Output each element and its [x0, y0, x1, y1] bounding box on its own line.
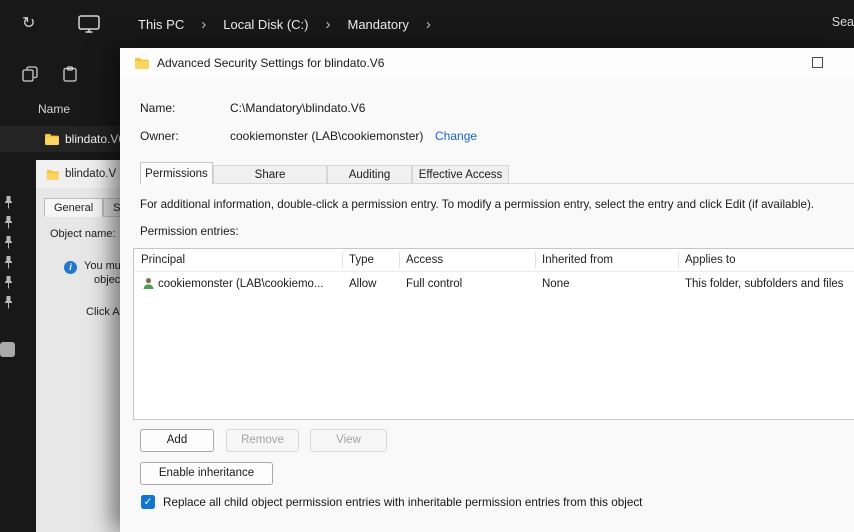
properties-dialog: blindato.V General Sha Object name: i Yo…: [36, 160, 120, 532]
folder-icon: [46, 169, 59, 180]
folder-icon: [45, 133, 59, 145]
dialog-tabs: Permissions Share Auditing Effective Acc…: [140, 162, 854, 184]
pin-icon[interactable]: [4, 236, 13, 254]
pin-icon[interactable]: [4, 216, 13, 234]
enable-inheritance-button[interactable]: Enable inheritance: [140, 462, 273, 485]
info-text-line: Click Ad: [86, 306, 120, 318]
column-divider: [399, 252, 400, 268]
permissions-description: For additional information, double-click…: [140, 198, 815, 211]
tab-share[interactable]: Share: [213, 165, 327, 184]
chevron-right-icon[interactable]: ›: [426, 16, 431, 33]
column-divider: [342, 252, 343, 268]
name-label: Name:: [140, 101, 176, 115]
table-row[interactable]: cookiemonster (LAB\cookiemo... Allow Ful…: [134, 272, 854, 296]
tab-auditing[interactable]: Auditing: [327, 165, 412, 184]
name-value: C:\Mandatory\blindato.V6: [230, 101, 366, 115]
info-text-line: You mus: [84, 260, 120, 272]
chevron-right-icon[interactable]: ›: [325, 16, 330, 33]
view-button[interactable]: View: [310, 429, 387, 452]
cell-applies-to: This folder, subfolders and files: [685, 278, 844, 290]
properties-dialog-titlebar[interactable]: blindato.V: [36, 160, 120, 188]
add-button[interactable]: Add: [140, 429, 214, 452]
cell-access: Full control: [406, 278, 463, 290]
tab-permissions[interactable]: Permissions: [140, 162, 213, 184]
replace-permissions-label[interactable]: Replace all child object permission entr…: [163, 496, 642, 509]
breadcrumb-this-pc[interactable]: This PC: [138, 17, 184, 32]
folder-icon: [135, 57, 149, 69]
permission-entries-table: Principal Type Access Inherited from App…: [133, 248, 854, 420]
name-column-header[interactable]: Name: [38, 102, 70, 116]
tab-sharing[interactable]: Sha: [103, 198, 120, 217]
breadcrumb-mandatory[interactable]: Mandatory: [347, 17, 408, 32]
cell-type: Allow: [349, 278, 377, 290]
breadcrumb-local-disk[interactable]: Local Disk (C:): [223, 17, 308, 32]
chevron-right-icon[interactable]: ›: [201, 16, 206, 33]
list-item-blindato[interactable]: blindato.V6: [0, 126, 125, 152]
info-text-line: object.: [94, 274, 120, 286]
maximize-button[interactable]: [812, 57, 823, 68]
dialog-title: Advanced Security Settings for blindato.…: [157, 56, 385, 70]
pin-icon[interactable]: [4, 276, 13, 294]
owner-value: cookiemonster (LAB\cookiemonster): [230, 129, 424, 143]
remove-button[interactable]: Remove: [226, 429, 299, 452]
permission-entries-label: Permission entries:: [140, 225, 239, 238]
column-header-applies-to[interactable]: Applies to: [685, 249, 736, 271]
advanced-security-dialog: Advanced Security Settings for blindato.…: [120, 48, 854, 532]
copy-icon[interactable]: [22, 66, 38, 87]
breadcrumb: This PC › Local Disk (C:) › Mandatory ›: [138, 0, 431, 48]
user-icon: [142, 277, 155, 295]
this-pc-icon: [78, 15, 100, 38]
column-divider: [535, 252, 536, 268]
owner-label: Owner:: [140, 129, 179, 143]
properties-dialog-title: blindato.V: [65, 168, 117, 180]
scroll-indicator[interactable]: [0, 342, 15, 357]
list-item-label: blindato.V6: [65, 132, 126, 146]
column-header-inherited-from[interactable]: Inherited from: [542, 249, 613, 271]
change-owner-link[interactable]: Change: [435, 129, 477, 143]
cell-principal: cookiemonster (LAB\cookiemo...: [158, 278, 324, 290]
properties-tabs: General Sha: [44, 198, 120, 217]
pin-icon[interactable]: [4, 296, 13, 314]
column-header-type[interactable]: Type: [349, 249, 374, 271]
cell-inherited-from: None: [542, 278, 570, 290]
dialog-titlebar[interactable]: Advanced Security Settings for blindato.…: [120, 48, 854, 78]
replace-permissions-checkbox[interactable]: ✓: [141, 495, 155, 509]
search-input[interactable]: Sea: [832, 15, 854, 29]
column-divider: [678, 252, 679, 268]
column-header-principal[interactable]: Principal: [141, 249, 185, 271]
address-bar: ↻ This PC › Local Disk (C:) › Mandatory …: [0, 0, 854, 48]
pin-icon[interactable]: [4, 256, 13, 274]
replace-permissions-row: ✓ Replace all child object permission en…: [141, 495, 642, 509]
tab-general[interactable]: General: [44, 198, 104, 217]
info-icon: i: [64, 261, 77, 274]
object-name-label: Object name:: [50, 228, 116, 240]
paste-icon[interactable]: [62, 66, 78, 87]
explorer-window: ↻ This PC › Local Disk (C:) › Mandatory …: [0, 0, 854, 532]
tab-effective-access[interactable]: Effective Access: [412, 165, 509, 184]
column-header-access[interactable]: Access: [406, 249, 443, 271]
refresh-icon[interactable]: ↻: [22, 13, 35, 33]
pin-icon[interactable]: [4, 196, 13, 214]
